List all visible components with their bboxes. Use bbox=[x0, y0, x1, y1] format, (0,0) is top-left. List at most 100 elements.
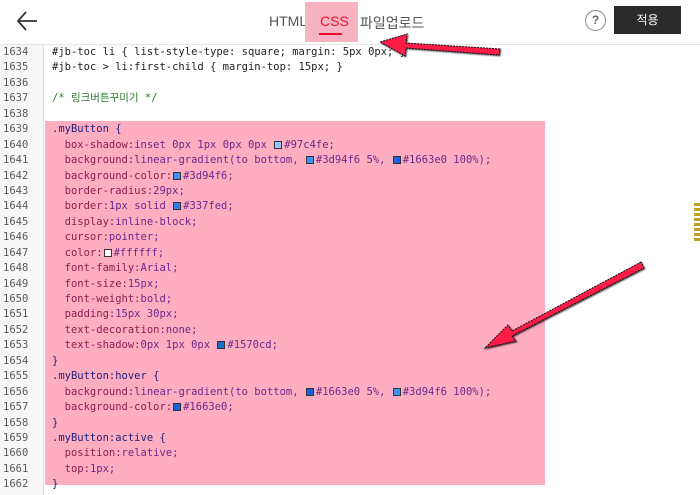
code-line[interactable]: 1640 box-shadow:inset 0px 1px 0px 0px #9… bbox=[0, 138, 700, 153]
line-number: 1653 bbox=[3, 339, 29, 352]
code-line[interactable]: 1662} bbox=[0, 477, 700, 492]
color-swatch[interactable] bbox=[173, 202, 182, 211]
line-number: 1659 bbox=[3, 432, 29, 444]
code-line[interactable]: 1658} bbox=[0, 416, 700, 431]
code-token: 1px solid bbox=[108, 200, 173, 213]
code-line[interactable]: 1646 cursor:pointer; bbox=[0, 230, 700, 245]
code-line[interactable]: 1661 top:1px; bbox=[0, 462, 700, 477]
code-token: background: bbox=[52, 385, 135, 398]
code-text: border:1px solid #337fed; bbox=[52, 199, 234, 214]
code-text: .myButton:active { bbox=[52, 431, 166, 446]
line-number: 1639 bbox=[3, 123, 29, 136]
apply-button[interactable]: 적용 bbox=[614, 6, 681, 34]
scrollbar-marker[interactable] bbox=[694, 208, 700, 211]
code-text: } bbox=[52, 477, 58, 492]
active-tab-indicator bbox=[319, 33, 342, 35]
line-number: 1636 bbox=[3, 76, 29, 89]
code-token: text-decoration: bbox=[52, 323, 166, 336]
color-swatch[interactable] bbox=[274, 140, 283, 149]
code-line[interactable]: 1650 font-weight:bold; bbox=[0, 292, 700, 307]
scrollbar-marker[interactable] bbox=[694, 223, 700, 226]
back-arrow-icon[interactable] bbox=[12, 6, 42, 36]
line-number: 1661 bbox=[3, 462, 29, 475]
code-text: font-size:15px; bbox=[52, 277, 160, 292]
code-text: background:linear-gradient(to bottom, #1… bbox=[52, 385, 492, 400]
scrollbar-marker[interactable] bbox=[694, 218, 700, 221]
tab-css[interactable]: CSS bbox=[320, 13, 349, 29]
code-line[interactable]: 1642 background-color: #3d94f6; bbox=[0, 169, 700, 184]
code-token: 15px; bbox=[127, 277, 160, 290]
code-token: box-shadow: bbox=[52, 138, 135, 151]
code-token: .myButton:active { bbox=[52, 432, 166, 444]
code-token: pointer; bbox=[108, 231, 160, 244]
line-number: 1658 bbox=[3, 416, 29, 429]
code-line[interactable]: 1645 display:inline-block; bbox=[0, 215, 700, 230]
code-token: linear-gradient(to bottom, bbox=[134, 385, 305, 398]
code-token: #3d94f6; bbox=[183, 169, 234, 182]
code-line[interactable]: 1644 border:1px solid #337fed; bbox=[0, 199, 700, 214]
code-token: border-radius: bbox=[52, 184, 154, 197]
code-line[interactable]: 1634 #jb-toc li { list-style-type: square… bbox=[0, 45, 700, 60]
line-number: 1634 bbox=[3, 46, 29, 58]
code-line[interactable]: 1643 border-radius:29px; bbox=[0, 184, 700, 199]
code-text: background-color: #1663e0; bbox=[52, 400, 234, 415]
color-swatch[interactable] bbox=[392, 156, 401, 165]
code-line[interactable]: 1648 font-family:Arial; bbox=[0, 261, 700, 276]
code-token: inline-block; bbox=[115, 215, 198, 228]
line-number: 1646 bbox=[3, 231, 29, 244]
code-line[interactable]: 1635 #jb-toc > li:first-child { margin-to… bbox=[0, 60, 700, 75]
color-swatch[interactable] bbox=[305, 156, 314, 165]
code-line[interactable]: 1641 background:linear-gradient(to botto… bbox=[0, 153, 700, 168]
code-line[interactable]: 1651 padding:15px 30px; bbox=[0, 307, 700, 322]
color-swatch[interactable] bbox=[305, 387, 314, 396]
color-swatch[interactable] bbox=[103, 248, 112, 257]
code-token: #ffffff; bbox=[113, 246, 165, 259]
code-token: background-color: bbox=[52, 169, 173, 182]
line-number: 1657 bbox=[3, 401, 29, 414]
code-line[interactable]: 1636 bbox=[0, 76, 700, 91]
code-line[interactable]: 1653 text-shadow:0px 1px 0px #1570cd; bbox=[0, 338, 700, 353]
code-line[interactable]: 1647 color: #ffffff; bbox=[0, 246, 700, 261]
code-text: #jb-toc > li:first-child { margin-top: 1… bbox=[52, 60, 343, 75]
scrollbar-marker[interactable] bbox=[694, 233, 700, 236]
code-token: 15px 30px; bbox=[115, 308, 179, 321]
code-token: cursor: bbox=[52, 231, 109, 244]
code-token: font-size: bbox=[52, 277, 128, 290]
code-line[interactable]: 1659 .myButton:active { bbox=[0, 431, 700, 446]
line-number: 1642 bbox=[3, 169, 29, 182]
line-number: 1644 bbox=[3, 200, 29, 213]
code-token: 0px 1px 0px bbox=[140, 339, 217, 352]
help-button[interactable]: ? bbox=[585, 10, 606, 31]
scrollbar-marker[interactable] bbox=[694, 203, 700, 206]
tab-html[interactable]: HTML bbox=[269, 13, 307, 29]
scrollbar-marker[interactable] bbox=[694, 228, 700, 231]
line-number: 1645 bbox=[3, 215, 29, 228]
code-text: .myButton:hover { bbox=[52, 369, 159, 384]
code-line[interactable]: 1655 .myButton:hover { bbox=[0, 369, 700, 384]
code-line[interactable]: 1637 /* 링크버튼꾸미기 */ bbox=[0, 91, 700, 106]
code-line[interactable]: 1649 font-size:15px; bbox=[0, 277, 700, 292]
color-swatch[interactable] bbox=[173, 403, 182, 412]
code-token: border: bbox=[52, 200, 109, 213]
code-text: background:linear-gradient(to bottom, #3… bbox=[52, 153, 492, 168]
code-line[interactable]: 1654} bbox=[0, 354, 700, 369]
code-line[interactable]: 1638 bbox=[0, 107, 700, 122]
line-number: 1654 bbox=[3, 354, 29, 367]
code-line[interactable]: 1660 position:relative; bbox=[0, 446, 700, 461]
code-token: /* 링크버튼꾸미기 */ bbox=[52, 92, 158, 105]
code-line[interactable]: 1657 background-color: #1663e0; bbox=[0, 400, 700, 415]
code-line[interactable]: 1639 .myButton { bbox=[0, 122, 700, 137]
color-swatch[interactable] bbox=[217, 341, 226, 350]
tab-file-upload[interactable]: 파일업로드 bbox=[360, 13, 424, 33]
code-line[interactable]: 1652 text-decoration:none; bbox=[0, 323, 700, 338]
scrollbar-marker[interactable] bbox=[694, 213, 700, 216]
scrollbar-marker[interactable] bbox=[694, 238, 700, 241]
code-token: #1663e0 5%, bbox=[315, 385, 392, 398]
code-text: top:1px; bbox=[52, 462, 116, 477]
color-swatch[interactable] bbox=[173, 171, 182, 180]
code-token: #3d94f6 100%); bbox=[402, 385, 492, 398]
code-text: display:inline-block; bbox=[52, 215, 198, 230]
code-line[interactable]: 1656 background:linear-gradient(to botto… bbox=[0, 385, 700, 400]
code-editor[interactable]: 1634 #jb-toc li { list-style-type: square… bbox=[0, 44, 700, 495]
color-swatch[interactable] bbox=[392, 387, 401, 396]
